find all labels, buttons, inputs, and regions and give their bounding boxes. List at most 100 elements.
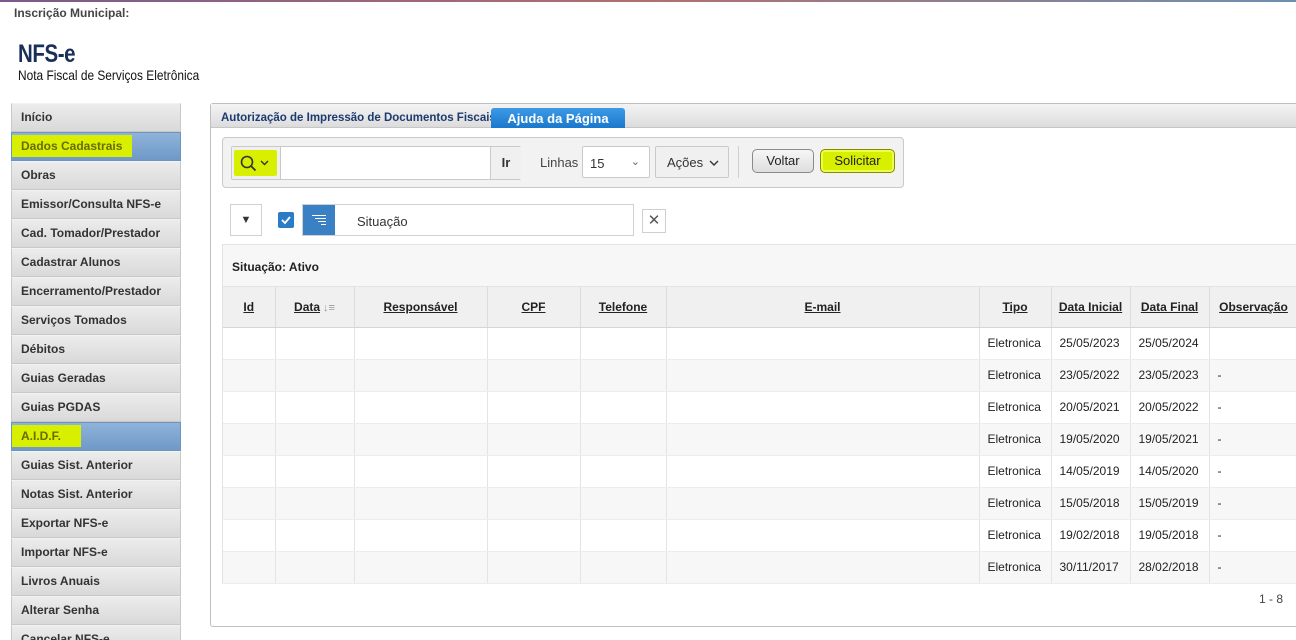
table-cell: 19/05/2020: [1051, 423, 1131, 456]
table-row: Eletronica 30/11/2017 28/02/2018-: [223, 551, 1296, 584]
table-cell: [487, 551, 581, 584]
table-cell: [487, 391, 581, 424]
table-cell: 14/05/2019: [1051, 455, 1131, 488]
remove-filter-button[interactable]: ✕: [642, 209, 666, 233]
table-cell: -: [1209, 359, 1296, 392]
sidebar-item-servicos-tomados[interactable]: Serviços Tomados: [11, 306, 181, 335]
sidebar-item-label: Exportar NFS-e: [21, 516, 109, 530]
table-cell: [1209, 327, 1296, 360]
solicitar-button[interactable]: Solicitar: [820, 149, 895, 173]
table-cell: [666, 519, 980, 552]
sidebar-item-label: Notas Sist. Anterior: [21, 487, 133, 501]
help-tab[interactable]: Ajuda da Página: [491, 108, 625, 128]
sidebar-item-a-i-d-f[interactable]: A.I.D.F.: [11, 422, 181, 451]
table-cell: 30/11/2017: [1051, 551, 1131, 584]
column-header[interactable]: Data ↓≡: [275, 287, 355, 328]
sidebar-item-alterar-senha[interactable]: Alterar Senha: [11, 596, 181, 625]
go-button[interactable]: Ir: [490, 147, 521, 179]
table-cell: [487, 359, 581, 392]
column-header[interactable]: Data Final: [1130, 287, 1210, 328]
table-cell: [354, 487, 488, 520]
filter-enabled-checkbox[interactable]: [278, 212, 294, 228]
table-cell: [223, 519, 276, 552]
table-row: Eletronica 23/05/2022 23/05/2023-: [223, 359, 1296, 392]
sidebar-item-cancelar-nfs-e[interactable]: Cancelar NFS-e: [11, 625, 181, 640]
acoes-menu-button[interactable]: Ações: [655, 146, 729, 178]
sidebar-item-inicio[interactable]: Início: [11, 103, 181, 132]
sort-descending-icon: ↓≡: [323, 301, 335, 314]
table-cell: [354, 519, 488, 552]
column-header-label: Data Final: [1140, 299, 1199, 314]
panel-header: Autorização de Impressão de Documentos F…: [211, 104, 1296, 128]
column-header[interactable]: Telefone: [580, 287, 667, 328]
table-row: Eletronica 20/05/2021 20/05/2022-: [223, 391, 1296, 424]
table-cell: [487, 423, 581, 456]
search-column-button[interactable]: [232, 147, 281, 179]
column-header-label: Id: [243, 299, 255, 314]
table-cell: [275, 359, 355, 392]
table-cell: -: [1209, 423, 1296, 456]
table-cell: [666, 423, 980, 456]
filter-icon: [303, 205, 335, 235]
column-header-label: Tipo: [1002, 299, 1028, 314]
sidebar-item-notas-sist-anterior[interactable]: Notas Sist. Anterior: [11, 480, 181, 509]
sidebar-item-label: Guias PGDAS: [21, 400, 101, 414]
sidebar-item-cadastrar-alunos[interactable]: Cadastrar Alunos: [11, 248, 181, 277]
linhas-select[interactable]: 15 ⌄: [582, 146, 650, 178]
sidebar-menu: Início Dados Cadastrais Obras Emissor/Consu…: [11, 103, 181, 640]
sidebar-item-emissor-consulta-nfs-e[interactable]: Emissor/Consulta NFS-e: [11, 190, 181, 219]
report-region: Situação: Ativo Id Data ↓≡ Responsável CPF Te…: [222, 244, 1296, 584]
table-cell: -: [1209, 391, 1296, 424]
sidebar-item-importar-nfs-e[interactable]: Importar NFS-e: [11, 538, 181, 567]
sidebar-item-livros-anuais[interactable]: Livros Anuais: [11, 567, 181, 596]
column-header[interactable]: Responsável: [354, 287, 488, 328]
table-cell: [580, 551, 667, 584]
table-cell: [275, 423, 355, 456]
filter-chip[interactable]: Situação: [302, 204, 634, 236]
sidebar-item-label: Alterar Senha: [21, 603, 100, 617]
filter-collapse-toggle[interactable]: ▼: [230, 204, 262, 236]
table-cell: 19/05/2018: [1130, 519, 1210, 552]
table-cell: [223, 551, 276, 584]
table-cell: [223, 391, 276, 424]
column-header[interactable]: E-mail: [666, 287, 980, 328]
sidebar-item-guias-sist-anterior[interactable]: Guias Sist. Anterior: [11, 451, 181, 480]
table-cell: [223, 327, 276, 360]
column-header[interactable]: CPF: [487, 287, 581, 328]
table-row: Eletronica 25/05/2023 25/05/2024: [223, 327, 1296, 360]
table-cell: -: [1209, 487, 1296, 520]
top-accent-line: [0, 0, 1296, 2]
sidebar-item-label: Cad. Tomador/Prestador: [21, 226, 161, 240]
table-cell: [275, 391, 355, 424]
table-cell: [354, 423, 488, 456]
sidebar-item-cad-tomador-prestador[interactable]: Cad. Tomador/Prestador: [11, 219, 181, 248]
sidebar-item-encerramento-prestador[interactable]: Encerramento/Prestador: [11, 277, 181, 306]
sidebar-item-dados-cadastrais[interactable]: Dados Cadastrais: [11, 132, 181, 161]
column-header-label: CPF: [521, 299, 546, 314]
sidebar-item-label: Serviços Tomados: [21, 313, 127, 327]
table-cell: Eletronica: [979, 423, 1052, 456]
table-cell: 15/05/2019: [1130, 487, 1210, 520]
group-label: Situação: Ativo: [232, 260, 319, 274]
table-cell: 14/05/2020: [1130, 455, 1210, 488]
sidebar-item-debitos[interactable]: Débitos: [11, 335, 181, 364]
sidebar-item-guias-geradas[interactable]: Guias Geradas: [11, 364, 181, 393]
sidebar-item-label: Dados Cadastrais: [12, 135, 133, 157]
table-cell: 28/02/2018: [1130, 551, 1210, 584]
table-cell: Eletronica: [979, 519, 1052, 552]
checkmark-icon: [281, 216, 291, 225]
sidebar-item-guias-pgdas[interactable]: Guias PGDAS: [11, 393, 181, 422]
sidebar-item-exportar-nfs-e[interactable]: Exportar NFS-e: [11, 509, 181, 538]
column-header[interactable]: Id: [223, 287, 276, 328]
search-input[interactable]: [282, 147, 490, 179]
column-header[interactable]: Data Inicial: [1051, 287, 1131, 328]
sidebar-item-obras[interactable]: Obras: [11, 161, 181, 190]
column-header[interactable]: Observação: [1209, 287, 1296, 328]
column-header[interactable]: Tipo: [979, 287, 1052, 328]
table-cell: [580, 519, 667, 552]
table-cell: [354, 391, 488, 424]
voltar-button[interactable]: Voltar: [752, 149, 814, 173]
table-cell: Eletronica: [979, 551, 1052, 584]
table-cell: [666, 359, 980, 392]
table-cell: [223, 487, 276, 520]
